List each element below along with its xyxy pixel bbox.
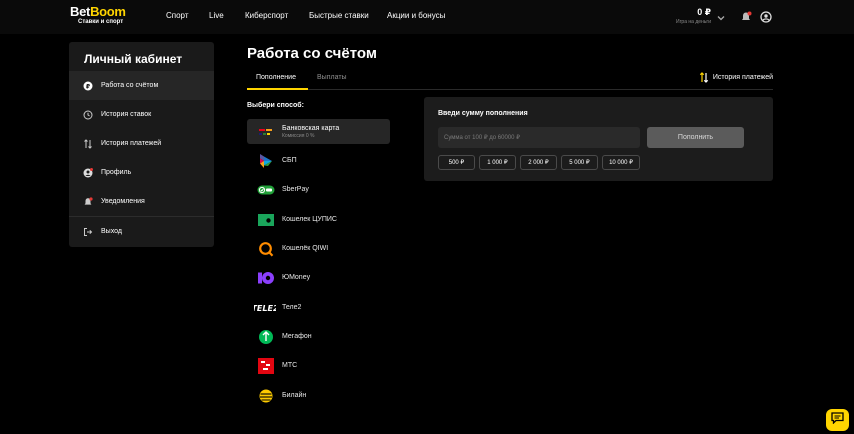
method-cupis-wallet[interactable]: Кошелек ЦУПИС	[247, 207, 390, 232]
method-sbp[interactable]: СБП	[247, 148, 390, 173]
bell-icon	[83, 196, 93, 207]
method-yumoney[interactable]: ЮMoney	[247, 265, 390, 290]
deposit-panel: Введи сумму пополнения Пополнить 500 ₽ 1…	[424, 97, 773, 181]
active-tab-indicator	[247, 88, 308, 90]
nav-promotions[interactable]: Акции и бонусы	[387, 11, 445, 20]
method-name: Кошелёк QIWI	[282, 245, 329, 252]
method-name: Кошелек ЦУПИС	[282, 216, 337, 223]
support-chat-button[interactable]	[826, 409, 849, 431]
logo-text-boom: Boom	[90, 4, 126, 19]
method-beeline[interactable]: Билайн	[247, 383, 390, 408]
profile-icon	[83, 167, 93, 178]
bank-card-icon	[255, 124, 277, 140]
nav-live[interactable]: Live	[209, 11, 224, 20]
nav-esports[interactable]: Киберспорт	[245, 11, 288, 20]
sidebar-item-label: История платежей	[101, 140, 162, 147]
sidebar-item-label: Уведомления	[101, 198, 145, 205]
megafon-icon	[255, 329, 277, 345]
sidebar-item-label: Профиль	[101, 169, 132, 176]
method-name: Банковская карта	[282, 124, 340, 132]
payment-method-heading: Выбери способ:	[247, 102, 304, 109]
ruble-circle-icon: ₽	[83, 81, 93, 91]
mts-icon	[255, 357, 277, 374]
quick-amount-2000[interactable]: 2 000 ₽	[520, 155, 557, 170]
method-name: Мегафон	[282, 333, 312, 340]
page-title: Работа со счётом	[247, 45, 377, 62]
sidebar-title: Личный кабинет	[84, 52, 183, 66]
qiwi-icon	[255, 241, 277, 257]
swap-arrows-icon	[699, 72, 709, 83]
notification-bell-icon[interactable]	[740, 10, 752, 22]
deposit-title: Введи сумму пополнения	[438, 110, 528, 117]
chat-bubble-icon	[831, 411, 844, 429]
betboom-logo[interactable]: BetBoom Ставки и спорт	[70, 5, 130, 25]
user-account-icon[interactable]	[760, 10, 772, 23]
logout-icon	[83, 227, 93, 237]
quick-amount-500[interactable]: 500 ₽	[438, 155, 475, 170]
method-name: SberPay	[282, 186, 309, 193]
method-name: СБП	[282, 157, 297, 164]
method-mts[interactable]: МТС	[247, 353, 390, 378]
method-tele2[interactable]: TELE2 Теле2	[247, 295, 390, 320]
top-up-button[interactable]: Пополнить	[647, 127, 744, 148]
sidebar-item-label: История ставок	[101, 111, 152, 118]
chevron-down-icon[interactable]	[716, 10, 728, 22]
method-name: ЮMoney	[282, 274, 311, 281]
sidebar-item-account[interactable]: ₽ Работа со счётом	[69, 71, 214, 100]
clock-history-icon	[83, 110, 93, 120]
deposit-amount-input[interactable]	[438, 127, 640, 148]
sidebar-item-logout[interactable]: Выход	[69, 217, 214, 246]
tab-withdrawals[interactable]: Выплаты	[317, 74, 347, 81]
method-name: Теле2	[282, 304, 302, 311]
payment-history-link[interactable]: История платежей	[699, 72, 773, 83]
sidebar-item-profile[interactable]: Профиль	[69, 158, 214, 187]
svg-text:₽: ₽	[86, 83, 90, 90]
logo-subtitle: Ставки и спорт	[78, 19, 124, 25]
method-megafon[interactable]: Мегафон	[247, 324, 390, 349]
sidebar-item-bet-history[interactable]: История ставок	[69, 100, 214, 129]
beeline-icon	[255, 388, 277, 404]
method-bank-card[interactable]: Банковская карта Комиссия 0 %	[247, 119, 390, 144]
sberpay-icon	[255, 182, 277, 198]
sidebar-item-notifications[interactable]: Уведомления	[69, 187, 214, 216]
balance-widget[interactable]: 0 ₽ Игра на деньги	[676, 7, 711, 25]
method-name: Билайн	[282, 392, 307, 399]
payment-history-label: История платежей	[712, 74, 773, 81]
tab-deposit[interactable]: Пополнение	[256, 74, 296, 81]
method-sberpay[interactable]: SberPay	[247, 177, 390, 202]
tele2-logo-icon: TELE2	[253, 300, 277, 316]
swap-arrows-icon	[83, 138, 93, 149]
top-header: BetBoom Ставки и спорт Спорт Live Киберс…	[0, 0, 854, 34]
account-sidebar: Личный кабинет ₽ Работа со счётом Истори…	[69, 42, 214, 247]
method-name: МТС	[282, 362, 298, 369]
sidebar-item-label: Работа со счётом	[101, 82, 159, 89]
method-qiwi-wallet[interactable]: Кошелёк QIWI	[247, 236, 390, 261]
cupis-wallet-icon	[255, 212, 277, 228]
balance-amount: 0 ₽	[697, 7, 711, 17]
account-tabs: Пополнение Выплаты	[247, 70, 773, 90]
sidebar-item-payment-history[interactable]: История платежей	[69, 129, 214, 158]
method-commission: Комиссия 0 %	[282, 132, 315, 139]
logo-text-bet: Bet	[70, 4, 91, 19]
sidebar-item-label: Выход	[101, 228, 122, 235]
quick-amount-10000[interactable]: 10 000 ₽	[602, 155, 640, 170]
sbp-icon	[255, 153, 277, 169]
nav-fast-bets[interactable]: Быстрые ставки	[309, 11, 369, 20]
balance-mode: Игра на деньги	[676, 19, 711, 25]
quick-amount-1000[interactable]: 1 000 ₽	[479, 155, 516, 170]
yumoney-icon	[255, 270, 277, 286]
quick-amount-5000[interactable]: 5 000 ₽	[561, 155, 598, 170]
svg-text:TELE2: TELE2	[254, 304, 276, 313]
nav-sport[interactable]: Спорт	[166, 11, 189, 20]
